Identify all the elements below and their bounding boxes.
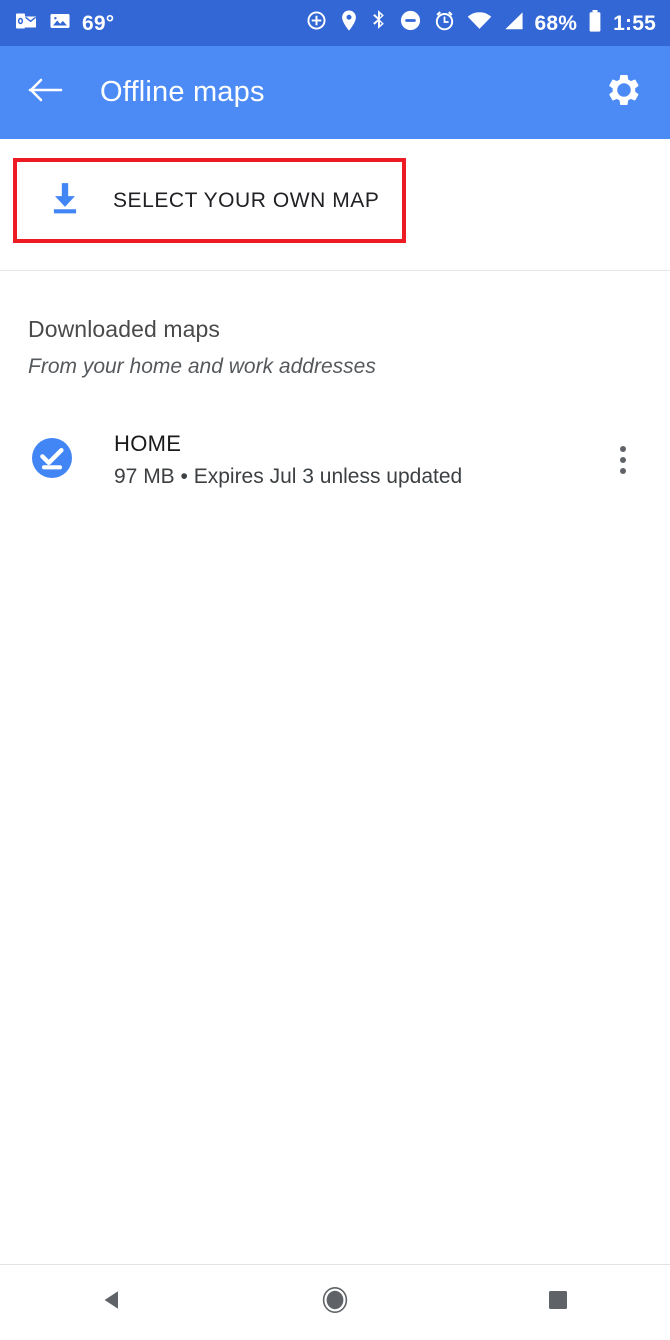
overflow-menu-button[interactable] xyxy=(600,430,646,490)
gear-icon xyxy=(606,72,642,113)
cellular-signal-icon xyxy=(503,11,524,36)
offline-maps-screen: 69° 68% 1:55 Offline maps SELECT YOUR OW… xyxy=(0,0,670,1340)
map-name: HOME xyxy=(114,431,182,456)
nav-recents-button[interactable] xyxy=(447,1288,670,1317)
bluetooth-icon xyxy=(370,9,388,37)
status-bar-left: 69° xyxy=(14,9,114,38)
section-divider xyxy=(0,270,670,271)
battery-icon xyxy=(588,9,602,38)
downloaded-maps-heading: Downloaded maps xyxy=(28,316,221,342)
system-nav-bar xyxy=(0,1265,670,1340)
map-meta: 97 MB • Expires Jul 3 unless updated xyxy=(114,465,463,488)
status-bar-right: 68% 1:55 xyxy=(305,9,656,38)
select-your-own-map-button[interactable]: SELECT YOUR OWN MAP xyxy=(13,158,406,243)
download-done-icon xyxy=(28,434,76,487)
download-done-icon-wrap xyxy=(28,434,90,487)
nav-back-button[interactable] xyxy=(0,1287,223,1318)
status-bar: 69° 68% 1:55 xyxy=(0,0,670,46)
location-pin-icon xyxy=(339,9,359,37)
nav-home-button[interactable] xyxy=(223,1285,446,1320)
select-map-section: SELECT YOUR OWN MAP xyxy=(0,139,670,271)
select-map-label: SELECT YOUR OWN MAP xyxy=(113,188,380,212)
nav-home-icon xyxy=(320,1285,350,1320)
do-not-disturb-icon xyxy=(399,9,422,37)
list-item-text: HOME 97 MB • Expires Jul 3 unless update… xyxy=(114,431,600,489)
back-arrow-icon xyxy=(28,74,64,111)
wifi-icon xyxy=(467,11,492,36)
back-button[interactable] xyxy=(22,69,70,117)
photos-icon xyxy=(48,9,72,38)
alarm-icon xyxy=(433,9,456,37)
more-vertical-icon xyxy=(620,446,626,452)
app-bar: Offline maps xyxy=(0,46,670,139)
settings-button[interactable] xyxy=(600,69,648,117)
page-title: Offline maps xyxy=(100,76,265,108)
cast-add-icon xyxy=(305,9,328,37)
nav-recents-icon xyxy=(546,1288,570,1317)
downloaded-maps-section: Downloaded maps From your home and work … xyxy=(0,272,670,503)
status-temperature: 69° xyxy=(82,11,115,35)
status-clock: 1:55 xyxy=(613,11,656,35)
nav-back-icon xyxy=(99,1287,125,1318)
more-vertical-icon-dot xyxy=(620,468,626,474)
more-vertical-icon-dot xyxy=(620,457,626,463)
outlook-icon xyxy=(14,9,38,38)
battery-percent-label: 68% xyxy=(534,11,578,35)
downloaded-maps-subheading: From your home and work addresses xyxy=(28,355,376,378)
list-item[interactable]: HOME 97 MB • Expires Jul 3 unless update… xyxy=(0,417,670,503)
download-icon xyxy=(46,179,84,222)
download-icon-wrap xyxy=(17,179,113,222)
